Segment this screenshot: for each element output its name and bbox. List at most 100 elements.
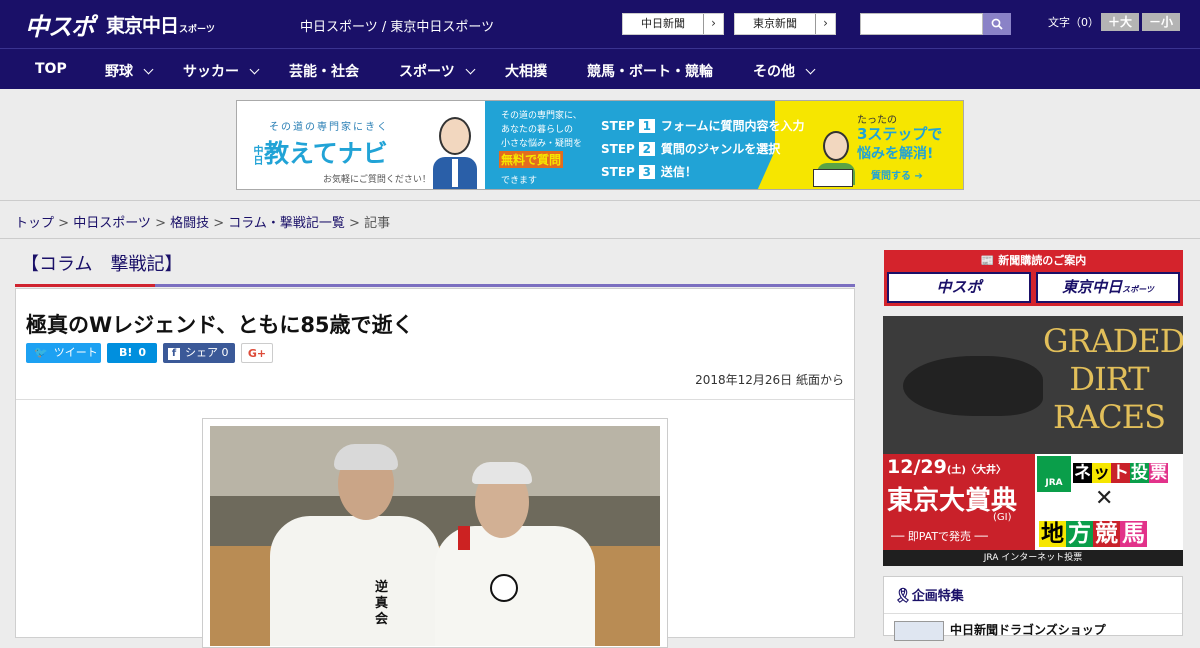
article-divider [16,399,854,400]
facebook-icon: f [168,348,180,360]
nav-item-racing[interactable]: 競馬・ボート・競輪 [587,61,713,81]
tokyo-link-button[interactable]: 東京新聞 › [734,13,836,35]
subscribe-tokyo-sports: スポーツ [1122,285,1154,294]
banner-step-1: STEP 1 フォームに質問内容を入力 [601,117,804,134]
banner-right-2: 3ステップで [857,125,943,143]
nav-label: 大相撲 [505,64,547,80]
newspaper-icon: 📰 [980,254,995,267]
heading-underline-red [15,284,155,287]
banner-tagline: その道の専門家にきく [269,122,389,133]
hatena-icon: B! [119,346,133,359]
subscription-box[interactable]: 📰 新聞購読のご案内 中スポ 東京中日スポーツ [884,250,1183,306]
banner-brand-name: 教えてナビ [264,139,388,168]
step-number: 1 [638,119,655,133]
banner-desc: その道の専門家に、 あなたの暮らしの 小さな悩み・疑問を [501,109,582,151]
banner-desc-2: あなたの暮らしの [501,125,574,135]
breadcrumb-bar: トップ > 中日スポーツ > 格闘技 > コラム・撃戦記一覧 > 記事 [0,200,1200,239]
breadcrumb-chunichi-sports[interactable]: 中日スポーツ [73,216,151,231]
main-nav: TOP 野球 サッカー 芸能・社会 スポーツ 大相撲 競馬・ボート・競輪 その他 [0,48,1200,89]
facebook-share-button[interactable]: f シェア 0 [163,343,235,363]
chunichi-link-label: 中日新聞 [641,17,685,30]
breadcrumb-current: 記事 [364,216,391,231]
share-label: シェア [185,346,218,359]
breadcrumb-martial-arts[interactable]: 格闘技 [170,216,209,231]
dragons-shop-thumb[interactable] [894,621,944,641]
breadcrumb-sep: > [209,216,229,231]
chevron-down-icon [143,64,154,75]
breadcrumb: トップ > 中日スポーツ > 格闘技 > コラム・撃戦記一覧 > 記事 [15,212,390,231]
jra-ad[interactable]: GRADED DIRT RACES 12/29(土)〈大井〉 東京大賞典 (GI) … [883,316,1183,566]
step-number: 2 [638,142,655,156]
hatena-button[interactable]: B! 0 [107,343,157,363]
font-increase-button[interactable]: ＋大 [1101,13,1139,31]
breadcrumb-top[interactable]: トップ [15,216,54,231]
chevron-right-icon: › [703,14,723,34]
subscribe-heading-text: 新聞購読のご案内 [998,254,1087,267]
ad-title-1: GRADED [1043,322,1183,360]
step-text: フォームに質問内容を入力 [660,119,805,133]
nav-label: スポーツ [399,64,455,80]
banner-free-label: 無料で質問 [499,151,564,168]
step-word: STEP [601,165,635,179]
site-title: 中日スポーツ / 東京中日スポーツ [300,20,495,35]
ribbon-icon: 🎗 [894,588,912,604]
logo-tokyo-chunichi: 東京中日 [106,14,179,37]
banner-desc-4: できます [501,176,538,186]
subscribe-tokyo-chunichi[interactable]: 東京中日スポーツ [1036,272,1180,303]
nav-item-sumo[interactable]: 大相撲 [505,61,547,81]
site-logo[interactable]: 中スポ 東京中日 スポーツ [25,9,215,41]
banner-brand: 中日教えてナビ [249,134,403,170]
nav-item-baseball[interactable]: 野球 [105,61,154,81]
nav-item-entertainment[interactable]: 芸能・社会 [289,61,359,81]
nav-item-other[interactable]: その他 [753,61,816,81]
ad-title-2: DIRT [1069,360,1149,398]
top-header: 中スポ 東京中日 スポーツ 中日スポーツ / 東京中日スポーツ 中日新聞 › 東京… [0,0,1200,48]
step-word: STEP [601,142,635,156]
arrow-right-icon: ➔ [914,171,923,182]
google-plus-button[interactable]: G+ [241,343,273,363]
tweet-button[interactable]: 🐦 ツイート [26,343,101,363]
subscribe-heading: 📰 新聞購読のご案内 [885,251,1182,270]
logo-sports: スポーツ [179,24,215,35]
step-text: 質問のジャンルを選択 [660,142,781,156]
subscribe-chuspo[interactable]: 中スポ [887,272,1031,303]
hatena-count: 0 [138,346,147,359]
chevron-right-icon: › [815,14,835,34]
column-heading: 【コラム 撃戦記】 [15,240,855,287]
chunichi-link-button[interactable]: 中日新聞 › [622,13,724,35]
nav-label: 野球 [105,64,133,80]
ad-footer: JRA インターネット投票 [883,550,1183,566]
twitter-icon: 🐦 [34,346,48,359]
article-photo[interactable]: 逆真会 [202,418,668,648]
man-laptop-illustration [813,131,857,187]
nav-label: その他 [753,64,795,80]
cta-label: 質問する [871,171,911,182]
share-count: 0 [221,346,229,359]
nav-label: 競馬・ボート・競輪 [587,64,713,80]
nav-item-sports[interactable]: スポーツ [399,61,476,81]
search-button[interactable] [982,13,1011,35]
banner-brand-small: 中日 [251,145,262,165]
breadcrumb-column-list[interactable]: コラム・撃戦記一覧 [228,216,345,231]
font-decrease-button[interactable]: －小 [1142,13,1180,31]
nav-item-soccer[interactable]: サッカー [183,61,260,81]
tokyo-link-label: 東京新聞 [753,17,797,30]
nav-item-top[interactable]: TOP [35,61,67,77]
banner-desc-1: その道の専門家に、 [501,111,582,121]
feature-box: 🎗企画特集 中日新聞ドラゴンズショップ [883,576,1183,641]
ad-title: GRADED DIRT RACES [1043,322,1183,436]
column-title: 【コラム 撃戦記】 [21,254,183,275]
logo-chuspo: 中スポ [25,12,95,41]
banner-desc-3: 小さな悩み・疑問を [501,139,583,149]
banner-cta: 質問する ➔ [871,167,923,182]
ad-title-3: RACES [1053,398,1166,436]
breadcrumb-sep: > [150,216,171,231]
chevron-down-icon [465,64,476,75]
gi-lettering: 逆真会 [375,580,389,627]
chevron-down-icon [249,64,260,75]
banner-step-2: STEP 2 質問のジャンルを選択 [601,140,780,157]
ad-date: 12/29(土)〈大井〉 [887,456,1006,478]
oshiete-navi-banner[interactable]: その道の専門家にきく 中日教えてナビ お気軽にご質問ください！ その道の専門家に… [236,100,964,190]
photo-content: 逆真会 [210,426,660,646]
ad-net-vote: ネット投票 [1073,463,1168,483]
